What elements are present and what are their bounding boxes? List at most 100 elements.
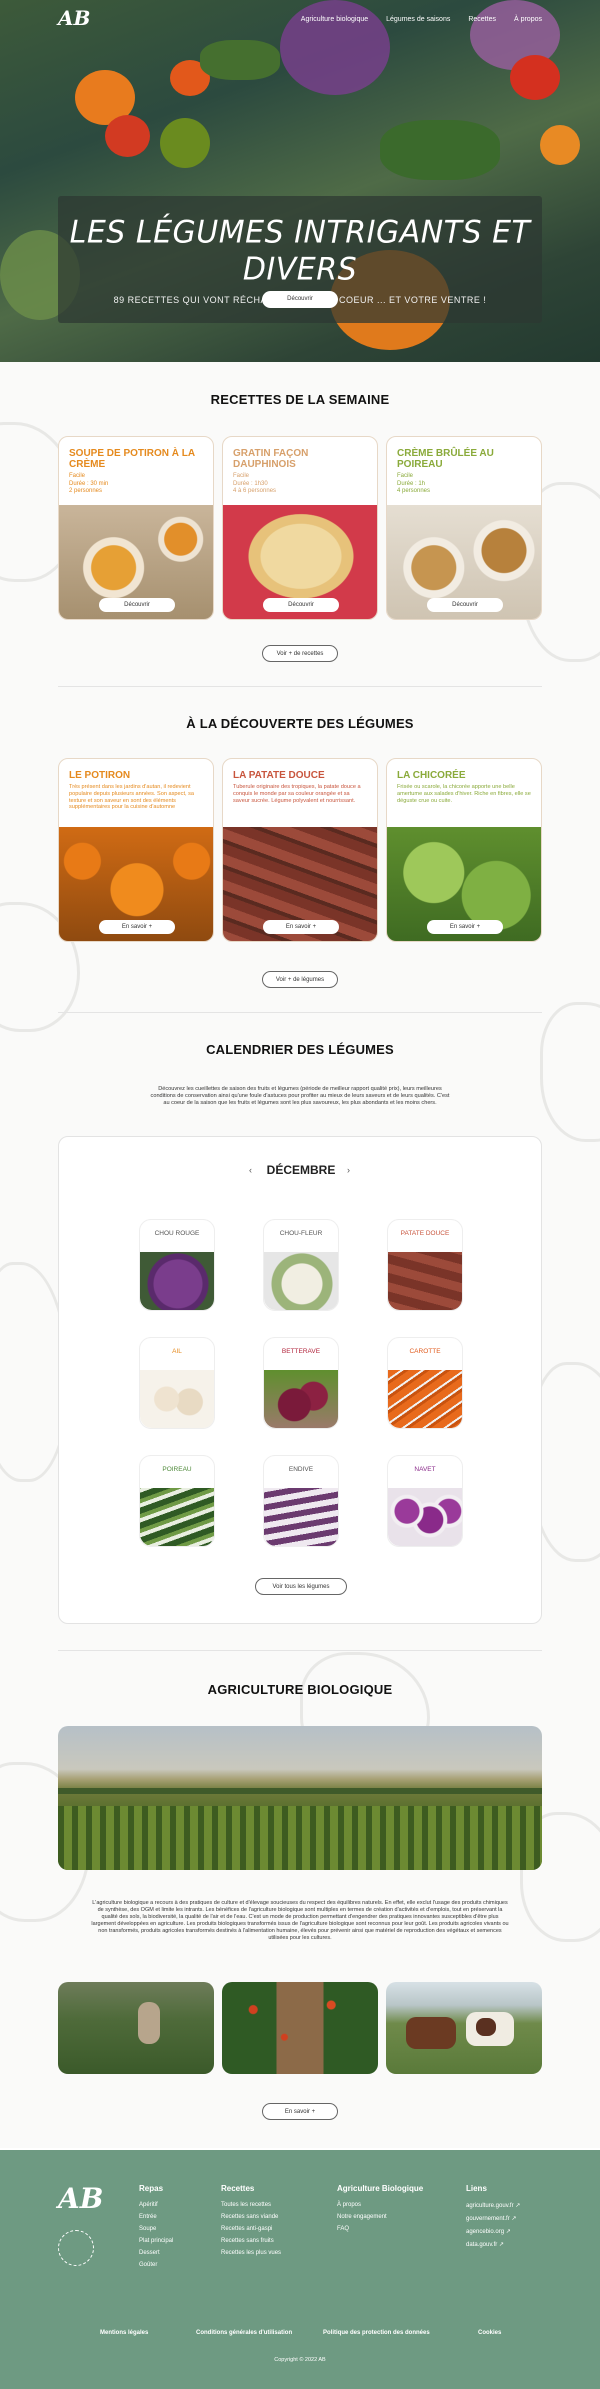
footer-link[interactable]: Recettes les plus vues: [221, 2250, 281, 2256]
main-nav: Agriculture biologique Légumes de saison…: [301, 16, 542, 23]
recipe-servings: 4 à 6 personnes: [233, 488, 277, 494]
bio-heading: AGRICULTURE BIOLOGIQUE: [207, 1682, 393, 1697]
footer-link[interactable]: Toutes les recettes: [221, 2202, 281, 2208]
nav-agriculture-biologique[interactable]: Agriculture biologique: [301, 16, 368, 23]
calendar-vegetable-name: Poireau: [162, 1466, 192, 1473]
recipe-difficulty: Facile: [233, 473, 250, 479]
calendar-vegetable-image: [140, 1252, 214, 1310]
privacy-link[interactable]: Politique des protection des données: [323, 2330, 430, 2336]
recipe-card[interactable]: Gratin façon dauphinois Facile Durée : 1…: [222, 436, 378, 620]
recipe-card[interactable]: Crème brûlée au poireau Facile Durée : 1…: [386, 436, 542, 620]
legal-mentions-link[interactable]: Mentions légales: [100, 2330, 148, 2336]
footer-link[interactable]: Plat principal: [139, 2238, 173, 2244]
recipe-difficulty: Facile: [69, 473, 86, 479]
vegetable-more-button[interactable]: En savoir +: [99, 920, 175, 934]
cookies-link[interactable]: Cookies: [478, 2330, 501, 2336]
calendar-vegetable-name: Ail: [172, 1348, 182, 1355]
vegetable-more-button[interactable]: En savoir +: [427, 920, 503, 934]
footer-link[interactable]: data.gouv.fr ↗: [466, 2241, 520, 2248]
vegetable-description: Frisée ou scarole, la chicorée apporte u…: [397, 784, 531, 804]
calendar-vegetable-name: Carotte: [409, 1348, 441, 1355]
recipe-duration: Durée : 1h30: [233, 480, 268, 487]
calendar-vegetable-image: [264, 1252, 338, 1310]
more-vegetables-button[interactable]: Voir + de légumes: [262, 971, 338, 988]
calendar-vegetable-tile[interactable]: Chou-fleur: [263, 1219, 339, 1311]
divider: [58, 1012, 542, 1013]
cows-photo: [386, 1982, 542, 2074]
footer-column-liens: Liens agriculture.gouv.fr ↗ gouvernement…: [466, 2184, 520, 2254]
recipe-title: Gratin façon dauphinois: [233, 448, 309, 470]
calendar-vegetable-tile[interactable]: Carotte: [387, 1337, 463, 1429]
field-landscape-image: [58, 1726, 542, 1870]
nav-recettes[interactable]: Recettes: [468, 16, 496, 23]
footer-link[interactable]: Recettes sans viande: [221, 2214, 281, 2220]
calendar-vegetable-name: Navet: [414, 1466, 436, 1473]
footer-link[interactable]: Apéritif: [139, 2202, 173, 2208]
bio-more-button[interactable]: En savoir +: [262, 2103, 338, 2120]
nav-a-propos[interactable]: À propos: [514, 16, 542, 23]
copyright: Copyright © 2022 AB: [274, 2357, 326, 2363]
vegetable-more-button[interactable]: En savoir +: [263, 920, 339, 934]
calendar-panel: ‹ DÉCEMBRE › Chou rouge Chou-fleur Patat…: [58, 1136, 542, 1624]
footer-column-title: Liens: [466, 2184, 487, 2193]
calendar-vegetable-tile[interactable]: Betterave: [263, 1337, 339, 1429]
calendar-vegetable-image: [264, 1488, 338, 1546]
all-vegetables-button[interactable]: Voir tous les légumes: [255, 1578, 347, 1595]
calendar-vegetable-tile[interactable]: Poireau: [139, 1455, 215, 1547]
footer-link[interactable]: agriculture.gouv.fr ↗: [466, 2202, 520, 2209]
footer-link[interactable]: Goûter: [139, 2262, 173, 2268]
calendar-vegetable-tile[interactable]: Patate douce: [387, 1219, 463, 1311]
vegetable-title: La patate douce: [233, 770, 325, 781]
discover-heading: À LA DÉCOUVERTE DES LÉGUMES: [186, 716, 414, 731]
vegetable-card[interactable]: Le potiron Très présent dans les jardins…: [58, 758, 214, 942]
vegetable-title: La chicorée: [397, 770, 466, 781]
footer-link[interactable]: Recettes anti-gaspi: [221, 2226, 281, 2232]
footer-link[interactable]: À propos: [337, 2202, 423, 2208]
eu-organic-icon: [58, 2230, 94, 2266]
footer-link[interactable]: Soupe: [139, 2226, 173, 2232]
site-logo[interactable]: AB: [58, 6, 90, 30]
terms-link[interactable]: Conditions générales d'utilisation: [196, 2330, 292, 2336]
calendar-month: DÉCEMBRE: [266, 1163, 336, 1177]
vegetable-title: Le potiron: [69, 770, 131, 781]
footer-link[interactable]: Entrée: [139, 2214, 173, 2220]
footer-column-recettes: Recettes Toutes les recettes Recettes sa…: [221, 2184, 281, 2262]
calendar-vegetable-name: Patate douce: [400, 1230, 450, 1237]
calendar-vegetable-image: [140, 1370, 214, 1428]
footer-link[interactable]: Recettes sans fruits: [221, 2238, 281, 2244]
calendar-vegetable-name: Chou rouge: [154, 1230, 200, 1237]
divider: [58, 1650, 542, 1651]
farmer-photo: [58, 1982, 214, 2074]
footer-column-repas: Repas Apéritif Entrée Soupe Plat princip…: [139, 2184, 173, 2274]
calendar-vegetable-tile[interactable]: Navet: [387, 1455, 463, 1547]
hero-title: Les légumes intrigants et divers: [69, 214, 531, 288]
calendar-vegetable-tile[interactable]: Ail: [139, 1337, 215, 1429]
footer-logo[interactable]: AB: [58, 2182, 103, 2215]
recipe-card[interactable]: Soupe de potiron à la crème Facile Durée…: [58, 436, 214, 620]
calendar-vegetable-tile[interactable]: Endive: [263, 1455, 339, 1547]
footer-link[interactable]: gouvernement.fr ↗: [466, 2215, 520, 2222]
footer-link[interactable]: Notre engagement: [337, 2214, 423, 2220]
vegetable-description: Tuberule originaire des tropiques, la pa…: [233, 784, 361, 804]
calendar-vegetable-image: [388, 1252, 462, 1310]
calendar-intro: Découvrez les cueillettes de saison des …: [150, 1086, 450, 1106]
hero-banner: AB Agriculture biologique Légumes de sai…: [0, 0, 600, 362]
footer-link[interactable]: agencebio.org ↗: [466, 2228, 520, 2235]
calendar-vegetable-image: [388, 1370, 462, 1428]
recipe-discover-button[interactable]: Découvrir: [427, 598, 503, 612]
nav-legumes-de-saisons[interactable]: Légumes de saisons: [386, 16, 450, 23]
calendar-vegetable-image: [388, 1488, 462, 1546]
hero-discover-button[interactable]: Découvrir: [262, 291, 338, 308]
footer-link[interactable]: FAQ: [337, 2226, 423, 2232]
recipe-discover-button[interactable]: Découvrir: [99, 598, 175, 612]
recipe-discover-button[interactable]: Découvrir: [263, 598, 339, 612]
footer-column-title: Recettes: [221, 2184, 255, 2193]
next-month-icon[interactable]: ›: [347, 1165, 350, 1175]
vegetable-card[interactable]: La patate douce Tuberule originaire des …: [222, 758, 378, 942]
more-recipes-button[interactable]: Voir + de recettes: [262, 645, 338, 662]
vegetable-card[interactable]: La chicorée Frisée ou scarole, la chicor…: [386, 758, 542, 942]
calendar-vegetable-tile[interactable]: Chou rouge: [139, 1219, 215, 1311]
orchard-photo: [222, 1982, 378, 2074]
footer-link[interactable]: Dessert: [139, 2250, 173, 2256]
vegetable-description: Très présent dans les jardins d'autan, i…: [69, 784, 195, 811]
